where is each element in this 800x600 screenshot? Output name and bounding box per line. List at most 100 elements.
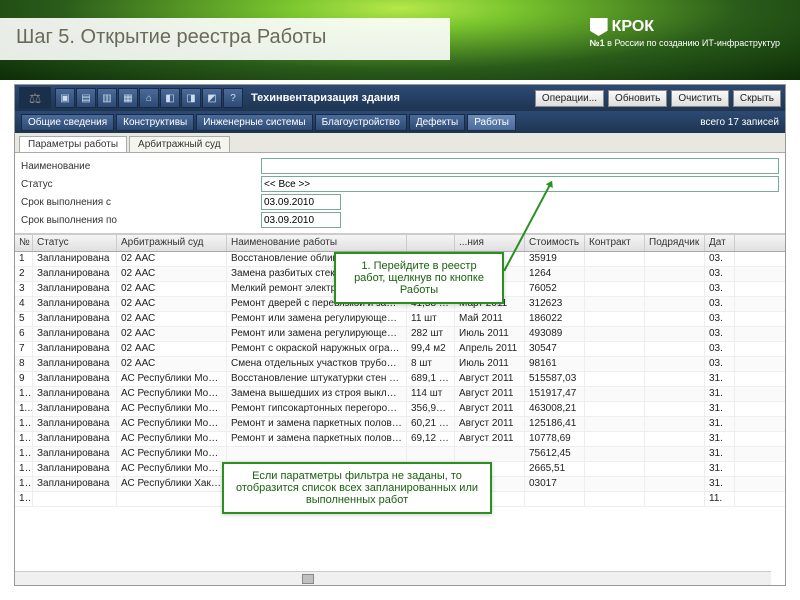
cell [585, 342, 645, 356]
toolbar: ▣ ▤ ▥ ▦ ⌂ ◧ ◨ ◩ ? [55, 88, 243, 108]
tab-constructs[interactable]: Конструктивы [116, 114, 194, 131]
cell: АС Республики Морд… [117, 462, 227, 476]
cell [585, 282, 645, 296]
cell: 02 ААС [117, 342, 227, 356]
table-row[interactable]: 6Запланирована02 ААСРемонт или замена ре… [15, 327, 785, 342]
table-row[interactable]: 14ЗапланированаАС Республики Морд…75612,… [15, 447, 785, 462]
cell: Ремонт с окраской наружных ограждени… [227, 342, 407, 356]
table-row[interactable]: 8Запланирована02 ААССмена отдельных учас… [15, 357, 785, 372]
cell [585, 492, 645, 506]
cell: Запланирована [33, 357, 117, 371]
toolbar-icon-3[interactable]: ▥ [97, 88, 117, 108]
cell: Апрель 2011 [455, 342, 525, 356]
cell: 6 [15, 327, 33, 341]
cell: 186022 [525, 312, 585, 326]
clear-button[interactable]: Очистить [671, 90, 729, 107]
cell: 2 [15, 267, 33, 281]
cell: 02 ААС [117, 267, 227, 281]
cell [645, 402, 705, 416]
subtab-work-params[interactable]: Параметры работы [19, 136, 127, 152]
cell: 03. [705, 267, 735, 281]
horizontal-scrollbar[interactable] [15, 571, 771, 585]
cell: АС Республики Морд… [117, 387, 227, 401]
col-cost[interactable]: Стоимость [525, 235, 585, 251]
cell: АС Республики Морд… [117, 372, 227, 386]
cell: 30547 [525, 342, 585, 356]
cell [585, 357, 645, 371]
cell: Август 2011 [455, 387, 525, 401]
cell [585, 312, 645, 326]
cell [645, 417, 705, 431]
tab-defects[interactable]: Дефекты [409, 114, 465, 131]
col-date[interactable]: Дат [705, 235, 735, 251]
scrollbar-thumb[interactable] [302, 574, 314, 584]
table-row[interactable]: 12ЗапланированаАС Республики Морд…Ремонт… [15, 417, 785, 432]
table-row[interactable]: 9ЗапланированаАС Республики Морд…Восстан… [15, 372, 785, 387]
cell: Запланирована [33, 327, 117, 341]
cell: Август 2011 [455, 417, 525, 431]
cell: 12 [15, 417, 33, 431]
toolbar-icon-6[interactable]: ◧ [160, 88, 180, 108]
toolbar-icon-4[interactable]: ▦ [118, 88, 138, 108]
refresh-button[interactable]: Обновить [608, 90, 667, 107]
cell: 02 ААС [117, 252, 227, 266]
cell: Восстановление штукатурки стен и пот… [227, 372, 407, 386]
filter-status-select[interactable] [261, 176, 779, 192]
col-num[interactable]: № [15, 235, 33, 251]
cell [645, 357, 705, 371]
cell [585, 402, 645, 416]
cell: Запланирована [33, 417, 117, 431]
operations-button[interactable]: Операции... [535, 90, 604, 107]
cell: 1 [15, 252, 33, 266]
subtab-arbitration[interactable]: Арбитражный суд [129, 136, 230, 152]
cell [585, 477, 645, 491]
toolbar-icon-1[interactable]: ▣ [55, 88, 75, 108]
cell: 1264 [525, 267, 585, 281]
col-work-name[interactable]: Наименование работы [227, 235, 407, 251]
tab-works[interactable]: Работы [467, 114, 516, 131]
brand-name: КРОК [612, 18, 654, 36]
table-row[interactable]: 13ЗапланированаАС Республики Морд…Ремонт… [15, 432, 785, 447]
toolbar-icon-2[interactable]: ▤ [76, 88, 96, 108]
cell: 515587,03 [525, 372, 585, 386]
cell: 03. [705, 297, 735, 311]
table-row[interactable]: 7Запланирована02 ААСРемонт с окраской на… [15, 342, 785, 357]
toolbar-icon-7[interactable]: ◨ [181, 88, 201, 108]
col-court[interactable]: Арбитражный суд [117, 235, 227, 251]
cell [33, 492, 117, 506]
cell: Запланирована [33, 447, 117, 461]
cell: 11. [705, 492, 735, 506]
cell [645, 312, 705, 326]
toolbar-icon-5[interactable]: ⌂ [139, 88, 159, 108]
col-contract[interactable]: Контракт [585, 235, 645, 251]
cell [227, 447, 407, 461]
table-row[interactable]: 5Запланирована02 ААСРемонт или замена ре… [15, 312, 785, 327]
cell: 4 [15, 297, 33, 311]
cell: 282 шт [407, 327, 455, 341]
cell [585, 417, 645, 431]
table-row[interactable]: 10ЗапланированаАС Республики Морд…Замена… [15, 387, 785, 402]
cell: 7 [15, 342, 33, 356]
toolbar-icon-8[interactable]: ◩ [202, 88, 222, 108]
cell: 02 ААС [117, 297, 227, 311]
cell: 114 шт [407, 387, 455, 401]
cell: Запланирована [33, 462, 117, 476]
col-volume[interactable] [407, 235, 455, 251]
tab-general[interactable]: Общие сведения [21, 114, 114, 131]
col-status[interactable]: Статус [33, 235, 117, 251]
cell: 31. [705, 417, 735, 431]
cell: Запланирована [33, 297, 117, 311]
cell: 16 [15, 477, 33, 491]
table-row[interactable]: 11ЗапланированаАС Республики Морд…Ремонт… [15, 402, 785, 417]
tab-landscaping[interactable]: Благоустройство [315, 114, 407, 131]
grid-header: № Статус Арбитражный суд Наименование ра… [15, 234, 785, 252]
toolbar-icon-9[interactable]: ? [223, 88, 243, 108]
filter-name-input[interactable] [261, 158, 779, 174]
col-contractor[interactable]: Подрядчик [645, 235, 705, 251]
tab-engineering[interactable]: Инженерные системы [196, 114, 312, 131]
hide-button[interactable]: Скрыть [733, 90, 781, 107]
cell: 03. [705, 342, 735, 356]
cell: Запланирована [33, 387, 117, 401]
filter-date-to[interactable] [261, 212, 341, 228]
filter-date-from[interactable] [261, 194, 341, 210]
